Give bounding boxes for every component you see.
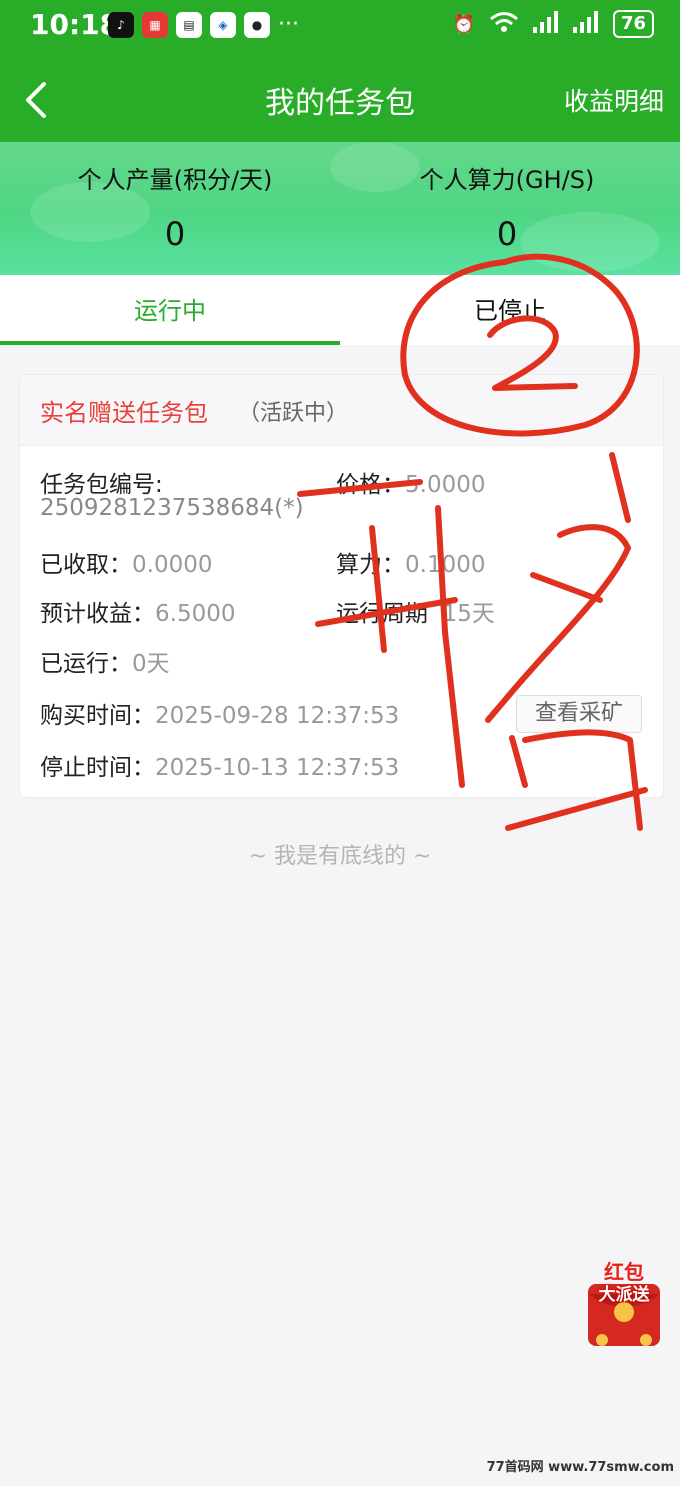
price-label: 价格： [336,472,405,498]
collected-value: 0.0000 [132,552,213,578]
top-bar: 10:18 ♪ ▦ ▤ ◈ ● ··· ⏰ 76 我的任务包 收益明细 [0,0,680,142]
cycle-value: 15天 [442,601,495,627]
expected-label: 预计收益： [40,601,155,627]
price-field: 价格：5.0000 [336,465,485,499]
power-label: 算力： [336,552,405,578]
personal-output-label: 个人产量(积分/天) [77,166,273,194]
battery-indicator: 76 [612,10,654,38]
earnings-detail-link[interactable]: 收益明细 [564,82,664,118]
tiktok-icon: ♪ [108,12,134,38]
game-app-icon: ● [244,12,270,38]
buy-time-label: 购买时间： [40,703,155,729]
personal-output-stat: 个人产量(积分/天) 0 [60,160,290,253]
personal-output-value: 0 [164,215,186,253]
buy-time-value: 2025-09-28 12:37:53 [155,703,400,729]
collected-label: 已收取： [40,552,132,578]
buy-time-field: 购买时间：2025-09-28 12:37:53 [40,696,399,730]
system-status: ⏰ 76 [453,10,654,38]
task-package-card: 实名赠送任务包 （活跃中） 任务包编号: 2509281237538684(*)… [19,374,664,798]
active-tab-indicator [0,341,340,345]
alarm-icon: ⏰ [452,13,475,35]
collected-field: 已收取：0.0000 [40,545,212,579]
status-tabs: 运行中 已停止 [0,275,680,345]
card-status-badge: （活跃中） [238,401,349,426]
stats-banner: 个人产量(积分/天) 0 个人算力(GH/S) 0 [0,142,680,275]
signal-icon-2 [572,10,599,38]
tab-running[interactable]: 运行中 [0,275,340,345]
power-field: 算力：0.1000 [336,545,485,579]
end-of-list-text: ~ 我是有底线的 ~ [248,844,432,869]
personal-power-label: 个人算力(GH/S) [419,166,595,194]
running-field: 已运行：0天 [40,644,170,678]
bank-app-icon: ◈ [210,12,236,38]
status-time: 10:18 [30,8,120,41]
red-envelope-promo[interactable]: 红包 大派送 [584,1254,664,1350]
card-title: 实名赠送任务包 [40,399,208,427]
stop-time-value: 2025-10-13 12:37:53 [155,755,400,781]
cycle-field: 运行周期 15天 [336,594,495,628]
shopping-app-icon: ▦ [142,12,168,38]
red-envelope-line2: 大派送 [598,1285,650,1305]
personal-power-stat: 个人算力(GH/S) 0 [400,160,614,253]
tab-stopped[interactable]: 已停止 [340,275,680,345]
watermark: 77首码网 www.77smw.com [486,1460,674,1475]
status-bar: 10:18 ♪ ▦ ▤ ◈ ● ··· ⏰ 76 [0,0,680,52]
news-app-icon: ▤ [176,12,202,38]
more-notifications-icon: ··· [278,12,299,37]
view-mining-button[interactable]: 查看采矿 [516,695,642,733]
personal-power-value: 0 [496,215,518,253]
power-value: 0.1000 [405,552,486,578]
stop-time-field: 停止时间：2025-10-13 12:37:53 [40,748,399,782]
signal-icon [532,10,559,38]
running-label: 已运行： [40,651,132,677]
card-header: 实名赠送任务包 （活跃中） [20,375,663,446]
cycle-label: 运行周期 [336,601,428,627]
price-value: 5.0000 [405,472,486,498]
package-no-value: 2509281237538684(*) [40,495,304,521]
wifi-icon [489,11,519,38]
running-value: 0天 [132,651,170,677]
notification-icons: ♪ ▦ ▤ ◈ ● ··· [108,12,299,38]
stop-time-label: 停止时间： [40,755,155,781]
expected-value: 6.5000 [155,601,236,627]
package-no-label: 任务包编号: [40,472,163,498]
expected-field: 预计收益：6.5000 [40,594,235,628]
